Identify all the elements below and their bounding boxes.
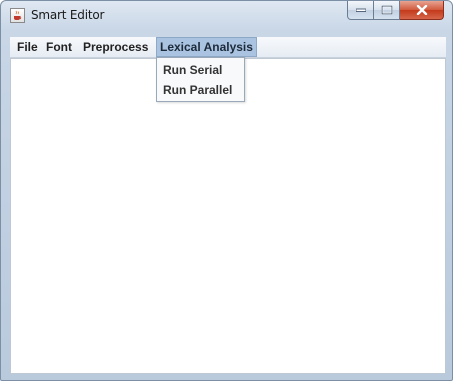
minimize-button[interactable] (347, 1, 374, 20)
java-cup-icon[interactable] (10, 8, 25, 23)
title-bar[interactable]: Smart Editor (1, 1, 452, 31)
close-button[interactable] (400, 1, 444, 20)
editor-text-area[interactable] (10, 58, 446, 374)
menu-file[interactable]: File (14, 37, 41, 57)
run-parallel-menu-item[interactable]: Run Parallel (163, 81, 232, 99)
maximize-button[interactable] (374, 1, 400, 20)
menu-lexical-analysis[interactable]: Lexical Analysis (156, 37, 257, 57)
maximize-icon (381, 5, 392, 15)
menu-preprocess[interactable]: Preprocess (80, 37, 151, 57)
run-serial-menu-item[interactable]: Run Serial (163, 61, 222, 79)
window-title: Smart Editor (31, 8, 105, 22)
menu-bar: File Font Preprocess Lexical Analysis (10, 37, 446, 58)
menu-font[interactable]: Font (43, 37, 75, 57)
app-window: Smart Editor File Font Preprocess Lexica… (0, 0, 453, 381)
close-icon (416, 5, 427, 15)
lexical-analysis-dropdown: Run Serial Run Parallel (156, 57, 245, 102)
minimize-icon (355, 8, 366, 12)
caption-buttons (347, 1, 444, 20)
